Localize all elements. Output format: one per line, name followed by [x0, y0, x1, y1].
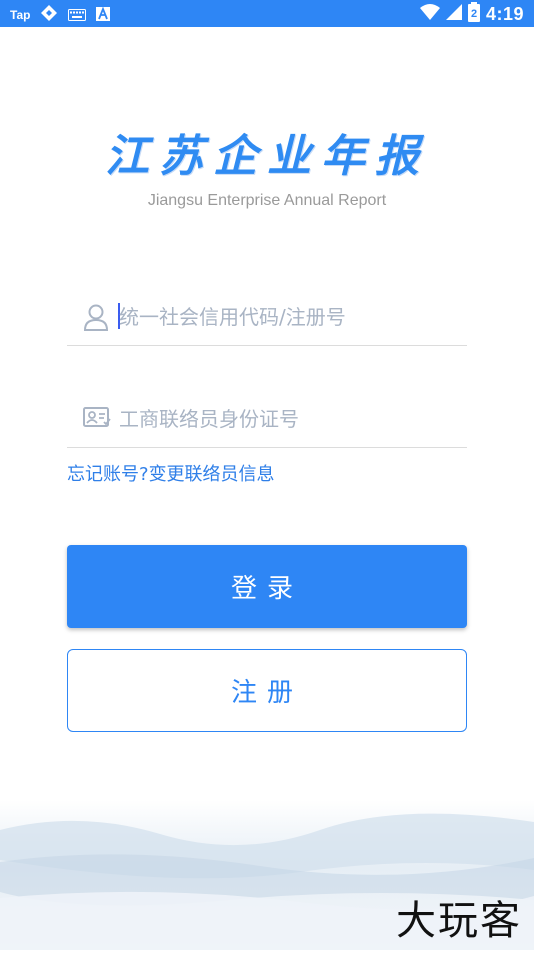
id-card-icon — [83, 405, 111, 433]
signal-icon — [445, 4, 462, 24]
battery-level: 2 — [471, 8, 477, 20]
app-logo-subtitle: Jiangsu Enterprise Annual Report — [147, 192, 387, 209]
login-button[interactable]: 登录 — [67, 545, 467, 628]
contact-id-input[interactable] — [117, 401, 461, 437]
credit-code-input[interactable] — [117, 299, 461, 335]
register-button[interactable]: 注册 — [67, 649, 467, 732]
clock: 4:19 — [485, 3, 524, 24]
status-bar-left: Tap — [10, 4, 111, 26]
carrier-label: Tap — [10, 8, 31, 22]
status-bar: Tap 2 4:19 — [0, 0, 534, 27]
forgot-account-link[interactable]: 忘记账号? — [67, 464, 149, 485]
change-contact-link[interactable]: 变更联络员信息 — [149, 464, 275, 485]
battery-icon: 2 — [467, 2, 480, 26]
watermark-text: 大玩客 — [396, 898, 522, 944]
user-icon — [83, 303, 109, 331]
account-help-links: 忘记账号?变更联络员信息 — [67, 460, 275, 486]
credit-code-field[interactable] — [67, 287, 467, 346]
app-logo-title: 江苏企业年报 — [105, 131, 429, 182]
nav-icon — [40, 4, 58, 26]
keyboard-icon — [68, 6, 87, 25]
contact-id-field[interactable] — [67, 389, 467, 448]
font-a-icon — [96, 6, 111, 25]
status-bar-right: 2 4:19 — [419, 2, 524, 26]
wifi-icon — [419, 4, 440, 24]
